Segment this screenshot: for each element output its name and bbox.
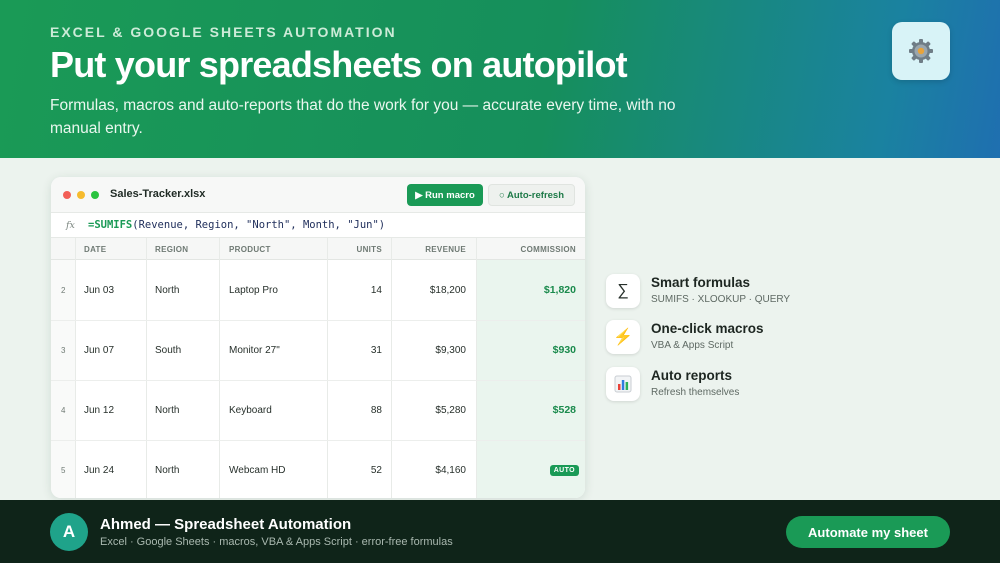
sigma-icon: ∑: [606, 274, 640, 308]
cell-region[interactable]: North: [155, 405, 179, 416]
column-header-product[interactable]: PRODUCT: [229, 245, 271, 254]
row-number: 2: [61, 286, 66, 295]
column-header-row: DATE REGION PRODUCT UNITS REVENUE COMMIS…: [51, 238, 585, 260]
cell-units[interactable]: 52: [371, 465, 382, 476]
cell-units[interactable]: 14: [371, 285, 382, 296]
run-macro-button[interactable]: ▶ Run macro: [407, 184, 483, 206]
formula-bar[interactable]: fx =SUMIFS(Revenue, Region, "North", Mon…: [51, 214, 585, 238]
row-number: 3: [61, 346, 66, 355]
cell-product[interactable]: Laptop Pro: [229, 285, 278, 296]
cell-region[interactable]: South: [155, 345, 181, 356]
close-window-dot[interactable]: [63, 191, 71, 199]
cell-revenue[interactable]: $18,200: [430, 285, 466, 296]
fx-icon: fx: [66, 220, 75, 231]
avatar: A: [50, 513, 88, 551]
formula-text[interactable]: =SUMIFS(Revenue, Region, "North", Month,…: [88, 219, 385, 231]
file-name: Sales-Tracker.xlsx: [110, 188, 206, 200]
cell-region[interactable]: North: [155, 285, 179, 296]
author-tagline: Excel · Google Sheets · macros, VBA & Ap…: [100, 536, 453, 548]
subheadline: Formulas, macros and auto-reports that d…: [50, 97, 676, 137]
spreadsheet-grid: DATE REGION PRODUCT UNITS REVENUE COMMIS…: [51, 238, 585, 498]
eyebrow-label: EXCEL & GOOGLE SHEETS AUTOMATION: [50, 24, 397, 40]
feature-smart-formulas: ∑ Smart formulas SUMIFS · XLOOKUP · QUER…: [606, 274, 956, 312]
cell-revenue[interactable]: $5,280: [435, 405, 466, 416]
author-name: Ahmed — Spreadsheet Automation: [100, 516, 352, 533]
footer-bar: A Ahmed — Spreadsheet Automation Excel ·…: [0, 500, 1000, 563]
lightning-icon: ⚡: [606, 320, 640, 354]
row-number: 4: [61, 406, 66, 415]
cell-product[interactable]: Monitor 27": [229, 345, 280, 356]
feature-subtitle: VBA & Apps Script: [651, 340, 734, 351]
feature-auto-reports: Auto reports Refresh themselves: [606, 367, 956, 405]
formula-function: =SUMIFS: [88, 219, 133, 231]
window-titlebar: Sales-Tracker.xlsx ▶ Run macro ○ Auto-re…: [51, 177, 585, 213]
column-header-region[interactable]: REGION: [155, 245, 188, 254]
formula-arguments: (Revenue, Region, "North", Month, "Jun"): [132, 219, 386, 231]
spreadsheet-window: Sales-Tracker.xlsx ▶ Run macro ○ Auto-re…: [51, 177, 585, 498]
table-row[interactable]: 5 Jun 24 North Webcam HD 52 $4,160 AUTO: [51, 441, 585, 498]
feature-title: Smart formulas: [651, 275, 751, 290]
auto-badge: AUTO: [549, 465, 579, 476]
feature-title: One-click macros: [651, 321, 764, 336]
column-header-revenue[interactable]: REVENUE: [425, 245, 466, 254]
column-header-date[interactable]: DATE: [84, 245, 106, 254]
cell-units[interactable]: 88: [371, 405, 382, 416]
cell-date[interactable]: Jun 07: [84, 345, 114, 356]
cell-product[interactable]: Keyboard: [229, 405, 272, 416]
cell-product[interactable]: Webcam HD: [229, 465, 286, 476]
feature-subtitle: Refresh themselves: [651, 387, 740, 398]
table-row[interactable]: 4 Jun 12 North Keyboard 88 $5,280 $528: [51, 381, 585, 441]
row-number: 5: [61, 466, 66, 475]
table-row[interactable]: 3 Jun 07 South Monitor 27" 31 $9,300 $93…: [51, 321, 585, 381]
cell-region[interactable]: North: [155, 465, 179, 476]
feature-one-click-macros: ⚡ One-click macros VBA & Apps Script: [606, 320, 956, 358]
cell-commission[interactable]: $528: [553, 404, 576, 416]
maximize-window-dot[interactable]: [91, 191, 99, 199]
hero-banner: EXCEL & GOOGLE SHEETS AUTOMATION Put you…: [0, 0, 1000, 158]
feature-title: Auto reports: [651, 368, 732, 383]
gear-icon: [892, 22, 950, 80]
column-header-units[interactable]: UNITS: [357, 245, 383, 254]
cell-date[interactable]: Jun 24: [84, 465, 114, 476]
minimize-window-dot[interactable]: [77, 191, 85, 199]
feature-subtitle: SUMIFS · XLOOKUP · QUERY: [651, 294, 791, 305]
cell-date[interactable]: Jun 12: [84, 405, 114, 416]
auto-refresh-button[interactable]: ○ Auto-refresh: [488, 184, 575, 206]
cell-commission[interactable]: $930: [553, 344, 576, 356]
bar-chart-icon: [606, 367, 640, 401]
automate-my-sheet-button[interactable]: Automate my sheet: [786, 516, 950, 548]
cell-units[interactable]: 31: [371, 345, 382, 356]
cell-date[interactable]: Jun 03: [84, 285, 114, 296]
table-row[interactable]: 2 Jun 03 North Laptop Pro 14 $18,200 $1,…: [51, 261, 585, 321]
cell-revenue[interactable]: $4,160: [435, 465, 466, 476]
cell-commission[interactable]: $1,820: [544, 284, 576, 296]
cell-revenue[interactable]: $9,300: [435, 345, 466, 356]
headline: Put your spreadsheets on autopilot: [50, 44, 628, 85]
column-header-commission[interactable]: COMMISSION: [521, 245, 576, 254]
